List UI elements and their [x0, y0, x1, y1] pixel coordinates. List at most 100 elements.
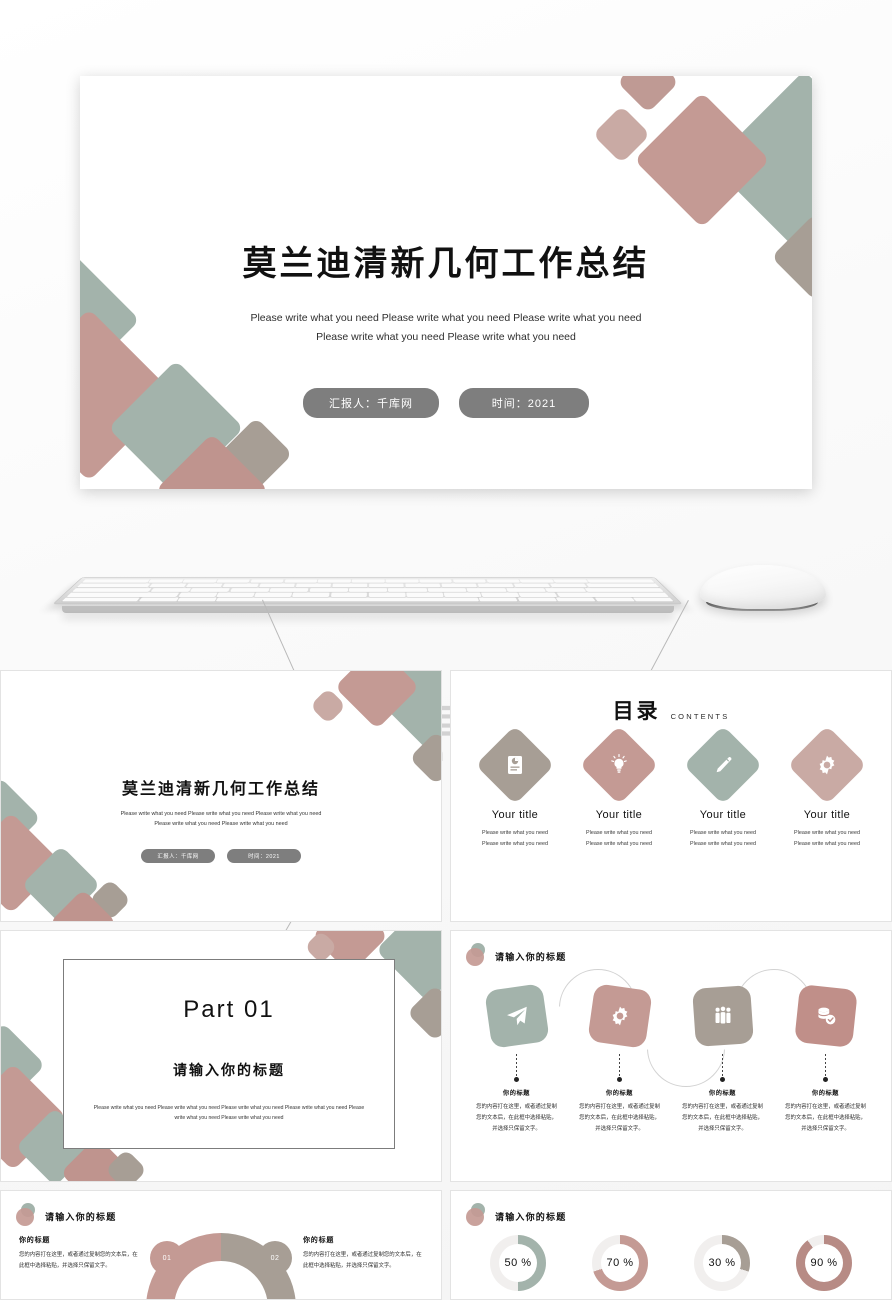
report-document-icon [508, 756, 522, 774]
contents-heading-cn: 目录 [612, 700, 661, 723]
slide-title: 莫兰迪清新几何工作总结 [121, 781, 320, 798]
part-number: Part 01 [183, 996, 275, 1023]
contents-item[interactable]: Your title Please write what you need Pl… [671, 725, 775, 849]
process-item[interactable]: 你的标题 您的内容打在这里，或者通过复制您的文本后，在此框中选择粘贴，并选择只保… [774, 984, 877, 1134]
contents-item-badge [683, 725, 763, 805]
part-content-box: Part 01 请输入你的标题 Please write what you ne… [63, 959, 395, 1149]
slide-thumb-title[interactable]: 莫兰迪清新几何工作总结 Please write what you need P… [0, 670, 442, 922]
process-bullet [617, 1077, 622, 1082]
process-item-title: 你的标题 [708, 1090, 737, 1097]
puzzle-left-title: 你的标题 [19, 1237, 51, 1244]
process-item-title: 你的标题 [811, 1090, 840, 1097]
presentation-preview-page: 莫兰迪清新几何工作总结 Please write what you need P… [0, 0, 892, 1300]
process-bullet [514, 1077, 519, 1082]
donut-item[interactable]: 30 % [671, 1235, 773, 1291]
keyboard-row [76, 583, 660, 588]
gear-icon [819, 755, 835, 775]
pen-nib-icon [242, 1276, 253, 1287]
puzzle-knob-01-label: 01 [162, 1254, 172, 1262]
hero-pill-row: 汇报人：千库网 时间：2021 [80, 388, 812, 418]
donut-item[interactable]: 50 % [467, 1235, 569, 1291]
slide-thumb-part[interactable]: Part 01 请输入你的标题 Please write what you ne… [0, 930, 442, 1182]
heading-dot-rose [16, 1208, 34, 1226]
puzzle-right-desc: 您的内容打在这里，或者通过复制您的文本后，在此框中选择粘贴，并选择只保留文字。 [303, 1252, 422, 1269]
decor-diamond-rose-small-tr [616, 76, 680, 114]
contents-item-desc: Please write what you need Please write … [586, 830, 652, 847]
process-item[interactable]: 你的标题 您的内容打在这里，或者通过复制您的文本后，在此框中选择粘贴，并选择只保… [465, 983, 568, 1134]
keyboard-row [61, 597, 674, 602]
contents-item-title: Your title [699, 809, 747, 821]
donut-chart: 50 % [490, 1235, 546, 1291]
contents-item-badge [579, 725, 659, 805]
puzzle-diagram: 01 02 [146, 1233, 296, 1299]
contents-item-desc: Please write what you need Please write … [794, 830, 860, 847]
process-item-badge [483, 983, 550, 1049]
slide-thumb-puzzle[interactable]: 请输入你的标题 你的标题 您的内容打在这里，或者通过复制您的文本后，在此框中选择… [0, 1190, 442, 1300]
contents-item[interactable]: Your title Please write what you need Pl… [567, 725, 671, 849]
donut-item[interactable]: 90 % [773, 1235, 875, 1291]
contents-item[interactable]: Your title Please write what you need Pl… [463, 725, 567, 849]
hero-subtitle-line1: Please write what you need Please write … [250, 312, 642, 324]
process-item-desc: 您的内容打在这里，或者通过复制您的文本后，在此框中选择粘贴，并选择只保留文字。 [682, 1104, 763, 1132]
hero-title: 莫兰迪清新几何工作总结 [242, 245, 650, 283]
donut-chart: 90 % [796, 1235, 852, 1291]
lightbulb-icon [611, 754, 627, 773]
slide-thumb-donut[interactable]: 请输入你的标题 50 % 70 % 30 % 90 % [450, 1190, 892, 1300]
donut-list: 50 % 70 % 30 % 90 % [467, 1235, 875, 1291]
slide-thumb-process[interactable]: 请输入你的标题 你的标题 您的内容打在这里，或者通过复制您的文本后，在此框中选择… [450, 930, 892, 1182]
keyboard-row [81, 579, 655, 583]
slide-presenter-pill[interactable]: 汇报人：千库网 [141, 849, 215, 863]
contents-item-list: Your title Please write what you need Pl… [463, 725, 879, 849]
hero-slide[interactable]: 莫兰迪清新几何工作总结 Please write what you need P… [80, 76, 812, 489]
keyboard-row [66, 592, 669, 597]
puzzle-knob-02: 02 [258, 1241, 292, 1275]
contents-heading-en: CONTENTS [670, 712, 730, 721]
process-stem [722, 1054, 723, 1076]
slide-subtitle-line1: Please write what you need Please write … [120, 811, 322, 817]
process-item-badge [586, 983, 653, 1049]
donut-label: 50 % [499, 1244, 537, 1282]
hero-subtitle-line2: Please write what you need Please write … [316, 331, 576, 344]
process-item-title: 你的标题 [502, 1090, 531, 1097]
heading-dot-rose [466, 948, 484, 966]
puzzle-knob-01: 01 [150, 1241, 184, 1275]
donut-label: 30 % [703, 1244, 741, 1282]
contents-item-desc: Please write what you need Please write … [690, 830, 756, 847]
process-item-title: 你的标题 [605, 1090, 634, 1097]
process-item-badge [691, 985, 754, 1047]
donut-label: 90 % [805, 1244, 843, 1282]
contents-item-title: Your title [595, 809, 643, 821]
process-item-desc: 您的内容打在这里，或者通过复制您的文本后，在此框中选择粘贴，并选择只保留文字。 [579, 1104, 660, 1132]
slide-thumbnail-grid: 莫兰迪清新几何工作总结 Please write what you need P… [0, 670, 892, 1300]
slide-heading: 请输入你的标题 [495, 1212, 567, 1222]
keyboard [52, 577, 683, 605]
process-item-desc: 您的内容打在这里，或者通过复制您的文本后，在此框中选择粘贴，并选择只保留文字。 [785, 1104, 866, 1132]
process-item-list: 你的标题 您的内容打在这里，或者通过复制您的文本后，在此框中选择粘贴，并选择只保… [465, 983, 877, 1134]
puzzle-text-right: 你的标题 您的内容打在这里，或者通过复制您的文本后，在此框中选择粘贴，并选择只保… [303, 1235, 423, 1272]
slide-subtitle-line2: Please write what you need Please write … [154, 821, 288, 828]
slide-heading: 请输入你的标题 [495, 952, 567, 962]
gear-icon [612, 1006, 627, 1026]
process-item[interactable]: 你的标题 您的内容打在这里，或者通过复制您的文本后，在此框中选择粘贴，并选择只保… [671, 985, 774, 1134]
puzzle-text-left: 你的标题 您的内容打在这里，或者通过复制您的文本后，在此框中选择粘贴，并选择只保… [19, 1235, 139, 1272]
contents-item-badge [475, 725, 555, 805]
keyboard-base [62, 606, 674, 613]
process-stem [516, 1054, 517, 1076]
contents-item-title: Your title [491, 809, 539, 821]
hero-date-pill[interactable]: 时间：2021 [459, 388, 589, 418]
slide-pill-row: 汇报人：千库网 时间：2021 [1, 849, 441, 863]
process-stem [619, 1054, 620, 1076]
process-item-badge [793, 984, 858, 1048]
slide-date-pill[interactable]: 时间：2021 [227, 849, 301, 863]
heading-dot-rose [466, 1208, 484, 1226]
slide-thumb-contents[interactable]: 目录 CONTENTS Your title Please write what… [450, 670, 892, 922]
donut-item[interactable]: 70 % [569, 1235, 671, 1291]
decor-diamond-rose-tr [634, 92, 770, 228]
keyboard-keys [61, 579, 674, 602]
contents-item-badge [787, 725, 867, 805]
process-item[interactable]: 你的标题 您的内容打在这里，或者通过复制您的文本后，在此框中选择粘贴，并选择只保… [568, 983, 671, 1134]
paper-plane-icon [506, 1006, 527, 1026]
slide-heading: 请输入你的标题 [45, 1212, 117, 1222]
hero-presenter-pill[interactable]: 汇报人：千库网 [303, 388, 439, 418]
contents-item[interactable]: Your title Please write what you need Pl… [775, 725, 879, 849]
